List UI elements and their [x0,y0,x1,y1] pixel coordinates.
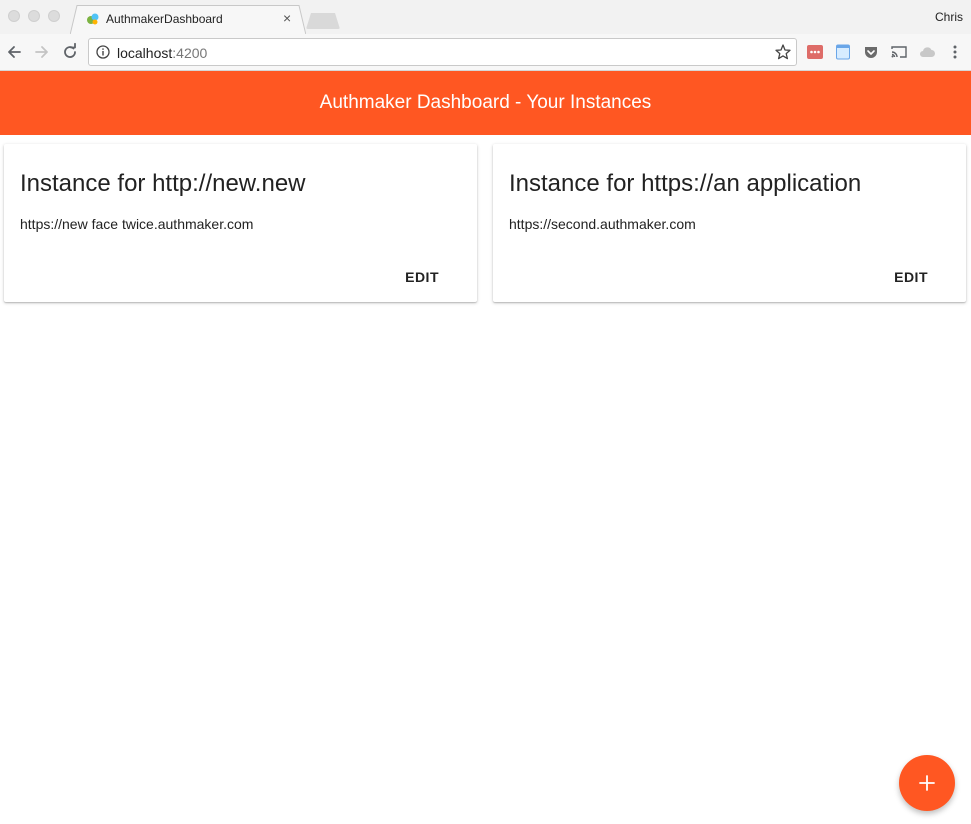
instance-url: https://second.authmaker.com [509,216,696,232]
url-host: localhost [117,45,173,61]
instance-title: Instance for http://new.new [20,170,306,197]
instance-card: Instance for https://an application http… [493,144,966,302]
close-window-button[interactable] [8,10,20,22]
instance-title: Instance for https://an application [509,170,862,197]
address-bar[interactable]: localhost:4200 [88,38,797,66]
docs-extension-icon[interactable] [835,44,851,60]
url-text[interactable]: localhost:4200 [117,45,207,61]
favicon-icon [87,13,99,25]
forward-arrow-icon[interactable] [32,42,52,62]
minimize-window-button[interactable] [28,10,40,22]
tab-close-icon[interactable]: × [283,10,291,26]
lastpass-extension-icon[interactable] [807,44,823,60]
browser-toolbar: localhost:4200 [0,34,971,71]
plus-icon [919,775,935,791]
page-title: Authmaker Dashboard - Your Instances [319,92,652,113]
pocket-extension-icon[interactable] [863,44,879,60]
bookmark-star-icon[interactable] [774,43,792,61]
add-instance-button[interactable] [899,755,955,811]
edit-button[interactable]: EDIT [383,262,461,292]
maximize-window-button[interactable] [48,10,60,22]
tab-title: AuthmakerDashboard [106,12,223,26]
profile-name[interactable]: Chris [935,10,963,24]
cast-icon[interactable] [891,44,907,60]
back-arrow-icon[interactable] [4,42,24,62]
app-toolbar: Authmaker Dashboard - Your Instances [0,71,971,135]
browser-tabstrip: AuthmakerDashboard × Chris [0,0,971,35]
info-icon[interactable] [96,45,110,59]
instance-card: Instance for http://new.new https://new … [4,144,477,302]
new-tab-button[interactable] [306,13,340,29]
url-port: :4200 [172,45,208,61]
browser-menu-icon[interactable] [947,44,963,60]
edit-button[interactable]: EDIT [872,262,950,292]
drive-extension-icon[interactable] [919,44,935,60]
instance-url: https://new face twice.authmaker.com [20,216,254,232]
reload-icon[interactable] [60,42,80,62]
